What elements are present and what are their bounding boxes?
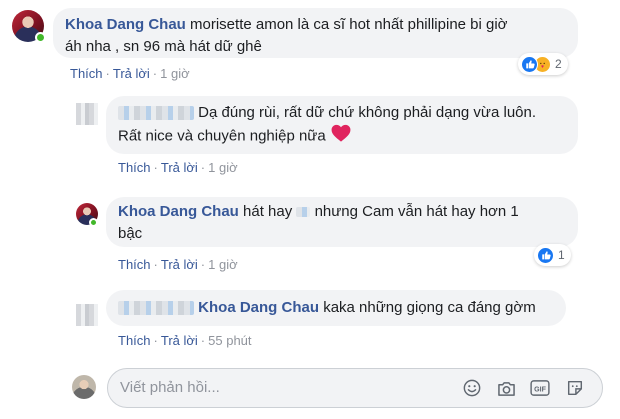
comment-actions: Thích · Trả lời · 55 phút — [118, 333, 252, 348]
reply-link[interactable]: Trả lời — [161, 160, 198, 175]
reply-box[interactable]: GIF — [107, 368, 603, 408]
current-user-avatar — [72, 375, 96, 399]
reactions-summary[interactable]: 2 — [518, 53, 568, 75]
comment-author[interactable] — [118, 106, 194, 121]
reply-input[interactable] — [120, 369, 440, 407]
reactions-summary[interactable]: 1 — [534, 244, 571, 266]
timestamp[interactable]: 55 phút — [208, 333, 251, 348]
heart-icon — [330, 124, 352, 149]
comment-text: kaka những giọng ca đáng gờm — [323, 299, 536, 316]
comment-bubble: Khoa Dang Chau kaka những giọng ca đáng … — [106, 290, 566, 326]
like-icon — [537, 246, 554, 264]
gif-icon[interactable]: GIF — [530, 378, 550, 398]
online-status-dot — [89, 218, 98, 227]
like-icon — [521, 55, 538, 73]
blurred-text — [296, 207, 311, 218]
comment-bubble: Dạ đúng rùi, rất dữ chứ không phải dạng … — [106, 96, 578, 154]
like-link[interactable]: Thích — [118, 160, 151, 175]
svg-text:GIF: GIF — [534, 386, 547, 394]
comment-text: hát hay — [243, 203, 293, 220]
comment-text: Dạ đúng rùi, rất dữ chứ không phải dạng … — [198, 104, 537, 121]
camera-icon[interactable] — [496, 378, 516, 398]
comment-text: áh nha , sn 96 mà hát dữ ghê — [65, 38, 262, 55]
reply-link[interactable]: Trả lời — [161, 257, 198, 272]
comment-bubble: Khoa Dang Chau morisette amon là ca sĩ h… — [53, 8, 578, 58]
emoji-icon[interactable] — [462, 378, 482, 398]
avatar[interactable] — [76, 103, 98, 125]
online-status-dot — [35, 32, 46, 43]
reaction-count: 1 — [558, 248, 565, 262]
like-link[interactable]: Thích — [118, 333, 151, 348]
comment-actions: Thích · Trả lời · 1 giờ — [70, 66, 190, 81]
comment-text: bậc — [118, 225, 143, 242]
mention-link[interactable]: Khoa Dang Chau — [198, 299, 319, 316]
timestamp[interactable]: 1 giờ — [160, 66, 190, 81]
comment-author[interactable]: Khoa Dang Chau — [118, 203, 239, 220]
comment-bubble: Khoa Dang Chau hát hay nhưng Cam vẫn hát… — [106, 197, 578, 247]
reaction-count: 2 — [555, 57, 562, 71]
comment-actions: Thích · Trả lời · 1 giờ — [118, 257, 238, 272]
sticker-icon[interactable] — [565, 378, 585, 398]
comment-author[interactable] — [118, 301, 194, 316]
timestamp[interactable]: 1 giờ — [208, 160, 238, 175]
like-link[interactable]: Thích — [118, 257, 151, 272]
timestamp[interactable]: 1 giờ — [208, 257, 238, 272]
comment-text: Rất nice và chuyên nghiệp nữa — [118, 127, 326, 145]
reply-link[interactable]: Trả lời — [161, 333, 198, 348]
like-link[interactable]: Thích — [70, 66, 103, 81]
comment-text: morisette amon là ca sĩ hot nhất phillip… — [190, 16, 508, 33]
reply-link[interactable]: Trả lời — [113, 66, 150, 81]
avatar[interactable] — [76, 304, 98, 326]
comment-text: nhưng Cam vẫn hát hay hơn 1 — [314, 203, 519, 220]
comment-actions: Thích · Trả lời · 1 giờ — [118, 160, 238, 175]
comment-author[interactable]: Khoa Dang Chau — [65, 16, 186, 33]
